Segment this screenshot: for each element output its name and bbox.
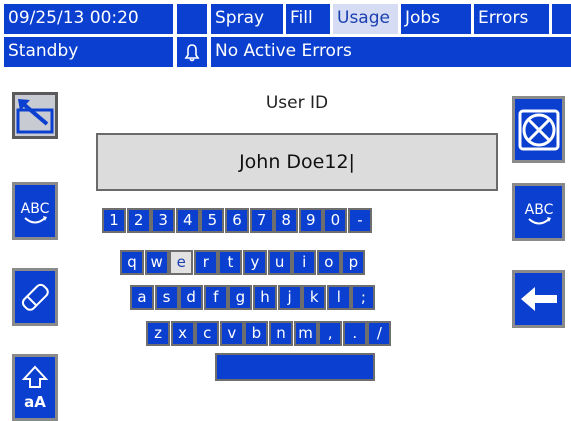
key-3-0[interactable]: z [146, 321, 170, 346]
key-3-2[interactable]: c [195, 321, 220, 346]
erase-button[interactable] [12, 268, 58, 326]
eraser-icon [21, 283, 49, 311]
key-1-1[interactable]: w [144, 250, 169, 275]
exit-screen-button[interactable] [12, 92, 58, 139]
svg-text:ABC: ABC [524, 202, 553, 218]
key-0-3[interactable]: 4 [175, 208, 200, 233]
tab-jobs[interactable]: Jobs [401, 4, 471, 34]
key-2-1[interactable]: s [154, 285, 179, 310]
abc-keyboard-icon: ABC [524, 202, 553, 225]
key-1-9[interactable]: p [341, 250, 366, 275]
key-2-7[interactable]: k [302, 285, 327, 310]
toggle-keyboard-left-button[interactable]: ABC [12, 182, 58, 240]
active-errors-display: No Active Errors [211, 37, 571, 67]
key-2-4[interactable]: g [228, 285, 253, 310]
key-0-10[interactable]: - [348, 208, 372, 233]
alarm-bell-icon [177, 37, 207, 67]
key-0-4[interactable]: 5 [200, 208, 225, 233]
key-0-8[interactable]: 9 [298, 208, 323, 233]
space-bar-key[interactable] [215, 353, 375, 381]
key-3-9[interactable]: / [367, 321, 392, 346]
key-2-3[interactable]: f [203, 285, 228, 310]
key-1-5[interactable]: y [243, 250, 267, 275]
tab-usage[interactable]: Usage [333, 4, 398, 34]
status-indicator-blank [177, 4, 207, 34]
tab-spray[interactable]: Spray [211, 4, 283, 34]
key-2-2[interactable]: d [179, 285, 204, 310]
key-0-1[interactable]: 2 [126, 208, 151, 233]
svg-text:aA: aA [24, 393, 46, 411]
key-1-7[interactable]: i [292, 250, 317, 275]
shift-case-button[interactable]: aA [12, 354, 58, 421]
key-3-8[interactable]: . [342, 321, 367, 346]
key-2-6[interactable]: j [277, 285, 302, 310]
backspace-button[interactable] [512, 270, 565, 328]
toggle-keyboard-right-button[interactable]: ABC [512, 183, 565, 241]
key-1-2[interactable]: e [169, 250, 194, 275]
tab-errors[interactable]: Errors [474, 4, 549, 34]
key-1-6[interactable]: u [267, 250, 292, 275]
key-0-5[interactable]: 6 [225, 208, 249, 233]
left-arrow-icon [520, 287, 557, 311]
shift-case-icon: aA [21, 365, 49, 411]
key-1-0[interactable]: q [120, 250, 144, 275]
cancel-button[interactable] [512, 96, 565, 163]
tab-overflow[interactable] [552, 4, 571, 34]
key-2-9[interactable]: ; [351, 285, 376, 310]
key-2-8[interactable]: l [326, 285, 351, 310]
key-3-6[interactable]: m [293, 321, 318, 346]
key-3-3[interactable]: v [219, 321, 244, 346]
key-2-5[interactable]: h [253, 285, 277, 310]
key-1-3[interactable]: r [193, 250, 218, 275]
user-id-input[interactable]: John Doe12| [96, 133, 498, 191]
mode-display: Standby [4, 37, 173, 67]
key-3-1[interactable]: x [170, 321, 195, 346]
datetime-display: 09/25/13 00:20 [4, 4, 173, 34]
svg-text:ABC: ABC [21, 201, 50, 217]
tab-fill[interactable]: Fill [286, 4, 330, 34]
key-0-7[interactable]: 8 [274, 208, 299, 233]
key-3-5[interactable]: n [269, 321, 293, 346]
key-2-0[interactable]: a [130, 285, 154, 310]
abc-keyboard-icon: ABC [21, 201, 50, 224]
key-0-6[interactable]: 7 [249, 208, 274, 233]
cancel-x-icon [518, 109, 559, 150]
field-label: User ID [265, 93, 329, 113]
user-id-value: John Doe12| [239, 151, 355, 173]
key-1-8[interactable]: o [316, 250, 341, 275]
key-0-0[interactable]: 1 [102, 208, 126, 233]
key-0-2[interactable]: 3 [151, 208, 176, 233]
key-1-4[interactable]: t [218, 250, 243, 275]
key-3-7[interactable]: , [318, 321, 343, 346]
exit-screen-icon [16, 98, 54, 133]
key-0-9[interactable]: 0 [323, 208, 348, 233]
key-3-4[interactable]: b [244, 321, 269, 346]
